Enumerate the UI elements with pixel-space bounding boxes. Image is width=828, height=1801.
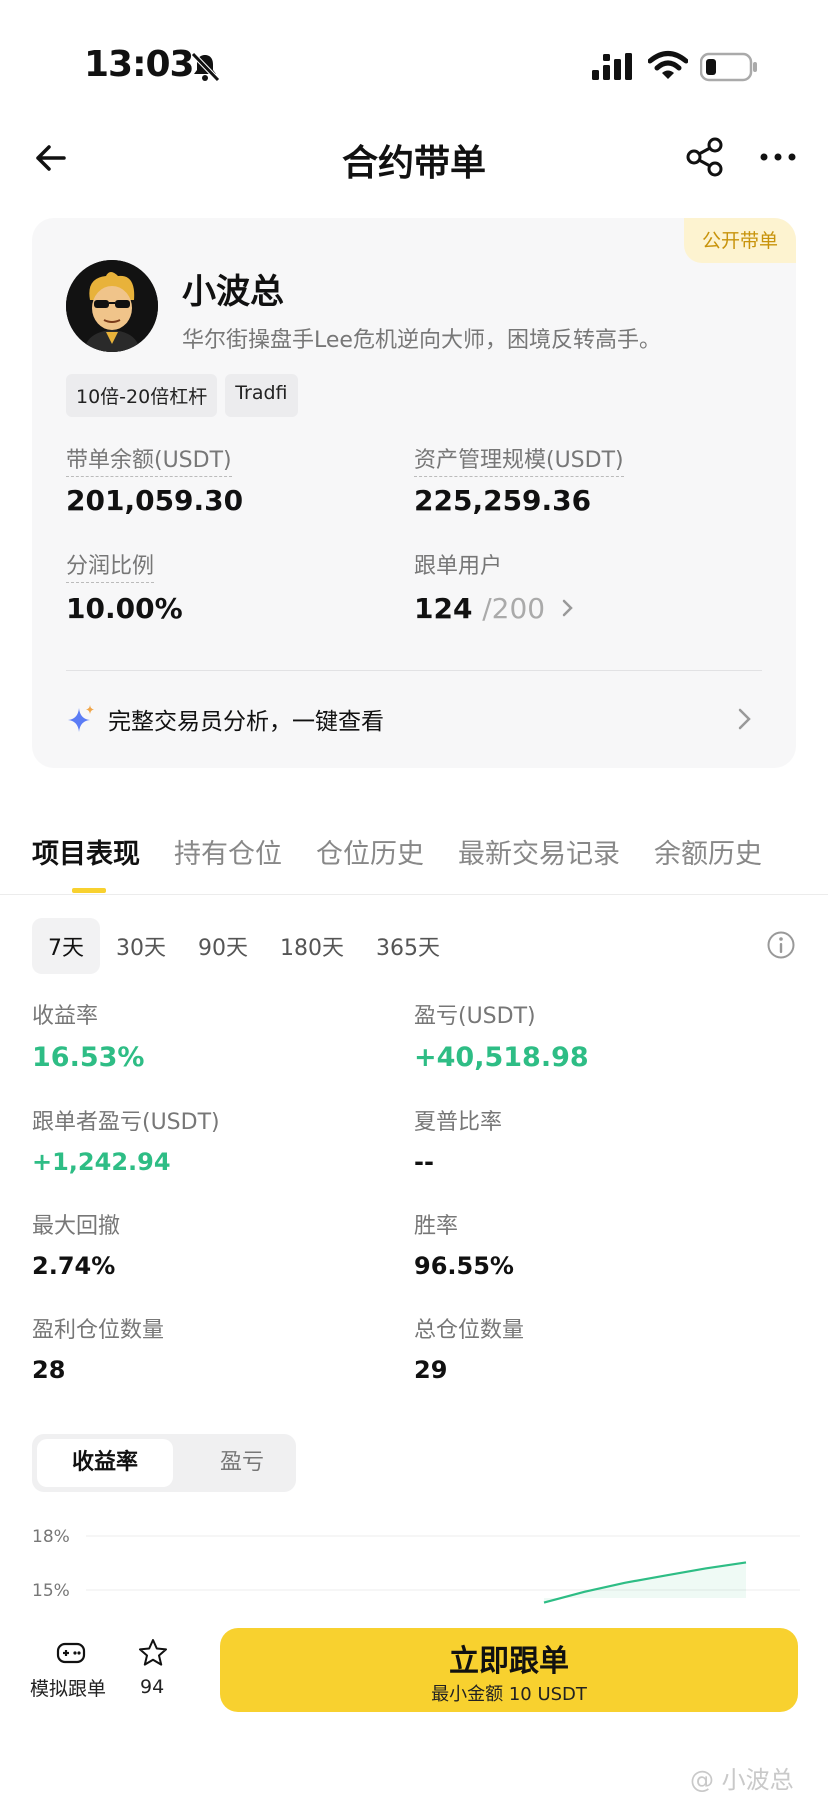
max-drawdown-value: 2.74%: [32, 1252, 116, 1280]
total-positions-label: 总仓位数量: [414, 1318, 525, 1343]
status-bar: 13:03: [0, 0, 828, 110]
chart-metric-toggle: 收益率 盈亏: [32, 1434, 296, 1492]
balance-value: 201,059.30: [66, 484, 244, 517]
roi-chart: 18% 15%: [32, 1527, 800, 1604]
profit-share-value: 10.00%: [66, 592, 183, 625]
wifi-icon: [648, 51, 688, 79]
toggle-roi[interactable]: 收益率: [37, 1439, 173, 1487]
trader-bio: 华尔街操盘手Lee危机逆向大师，困境反转高手。: [182, 328, 661, 353]
gamepad-icon[interactable]: [56, 1640, 86, 1666]
aum-value: 225,259.36: [414, 484, 592, 517]
win-rate-label: 胜率: [414, 1214, 459, 1239]
sparkle-icon: [68, 705, 94, 732]
chevron-right-icon: [562, 599, 573, 617]
toggle-pnl[interactable]: 盈亏: [192, 1439, 292, 1487]
bottom-action-bar: 模拟跟单 94 立即跟单 最小金额 10 USDT @ 小波总: [0, 1620, 828, 1801]
signal-icon: [592, 53, 632, 80]
public-copy-badge: 公开带单: [683, 218, 796, 263]
tag-tradfi: Tradfi: [225, 374, 298, 417]
more-icon[interactable]: [756, 136, 800, 178]
tab-trade-records[interactable]: 最新交易记录: [458, 832, 620, 871]
total-positions-value: 29: [414, 1356, 448, 1384]
y-tick-label: 15%: [32, 1581, 70, 1601]
copy-now-button[interactable]: 立即跟单 最小金额 10 USDT: [220, 1628, 798, 1712]
pnl-value: +40,518.98: [414, 1042, 589, 1073]
sharpe-value: --: [414, 1148, 434, 1176]
profit-share-label[interactable]: 分润比例: [66, 548, 155, 583]
period-30d[interactable]: 30天: [100, 918, 182, 974]
pnl-label: 盈亏(USDT): [414, 1004, 536, 1029]
period-365d[interactable]: 365天: [360, 918, 456, 974]
info-icon[interactable]: [766, 930, 796, 960]
card-divider: [66, 670, 762, 671]
sharpe-label: 夏普比率: [414, 1110, 503, 1135]
tab-position-history[interactable]: 仓位历史: [316, 832, 424, 871]
follower-pnl-value: +1,242.94: [32, 1148, 171, 1176]
min-amount-label: 最小金额 10 USDT: [431, 1684, 587, 1705]
analysis-label: 完整交易员分析，一键查看: [108, 709, 384, 735]
tabs-divider: [0, 894, 828, 895]
avatar[interactable]: [66, 260, 158, 352]
y-tick-label: 18%: [32, 1527, 70, 1547]
trader-analysis-link[interactable]: 完整交易员分析，一键查看: [66, 698, 762, 758]
section-tabs: 项目表现 持有仓位 仓位历史 最新交易记录 余额历史: [32, 832, 762, 871]
tab-performance[interactable]: 项目表现: [32, 832, 140, 871]
followers-label: 跟单用户: [414, 554, 503, 579]
chevron-right-icon: [738, 708, 751, 730]
status-time: 13:03: [84, 44, 195, 85]
share-icon[interactable]: [684, 136, 726, 178]
tab-balance-history[interactable]: 余额历史: [654, 832, 762, 871]
roi-label: 收益率: [32, 1004, 99, 1029]
period-180d[interactable]: 180天: [264, 918, 360, 974]
max-drawdown-label: 最大回撤: [32, 1214, 121, 1239]
tag-leverage: 10倍-20倍杠杆: [66, 374, 218, 417]
period-7d[interactable]: 7天: [32, 918, 100, 974]
win-positions-value: 28: [32, 1356, 66, 1384]
watermark: @ 小波总: [690, 1766, 794, 1794]
trader-name: 小波总: [182, 272, 284, 312]
tag-list: 10倍-20倍杠杆 Tradfi: [66, 374, 298, 417]
followers-value[interactable]: 124 /200: [414, 592, 575, 625]
favorite-count: 94: [140, 1676, 165, 1698]
trader-profile-card: 公开带单 小波总 华尔街操盘手Lee危机逆向大师，困境反转高手。 10倍-20倍…: [32, 218, 796, 768]
period-selector: 7天 30天 90天 180天 365天: [32, 918, 456, 974]
copy-now-label: 立即跟单: [449, 1644, 569, 1679]
followers-max: /200: [482, 592, 546, 625]
bell-muted-icon: [191, 52, 220, 82]
roi-area: [544, 1562, 746, 1603]
tab-positions[interactable]: 持有仓位: [174, 832, 282, 871]
period-90d[interactable]: 90天: [182, 918, 264, 974]
aum-label[interactable]: 资产管理规模(USDT): [414, 442, 624, 477]
simulate-copy-label[interactable]: 模拟跟单: [30, 1674, 106, 1701]
star-icon[interactable]: [138, 1638, 168, 1668]
battery-icon: [700, 52, 757, 82]
active-tab-indicator: [72, 888, 106, 893]
avatar-cartoon-icon: [66, 260, 158, 352]
win-rate-value: 96.55%: [414, 1252, 514, 1280]
follower-pnl-label: 跟单者盈亏(USDT): [32, 1110, 220, 1135]
balance-label[interactable]: 带单余额(USDT): [66, 442, 232, 477]
win-positions-label: 盈利仓位数量: [32, 1318, 165, 1343]
roi-value: 16.53%: [32, 1042, 145, 1073]
followers-count: 124: [414, 592, 473, 625]
